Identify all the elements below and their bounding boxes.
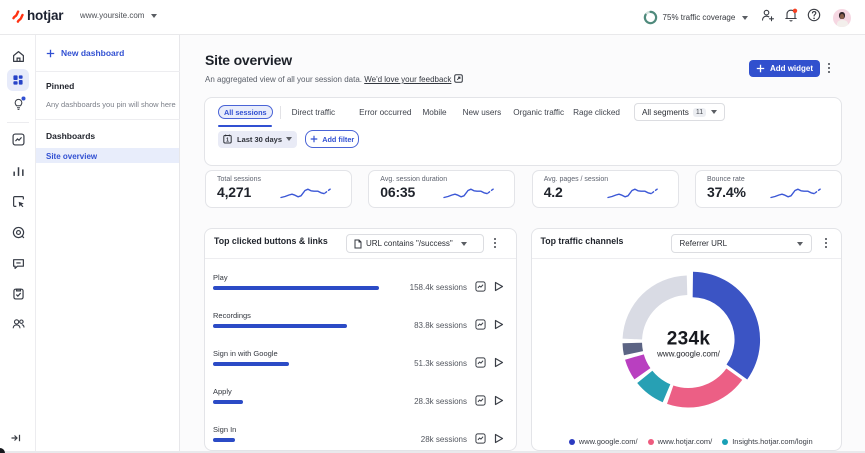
svg-text:1: 1 — [226, 137, 229, 143]
svg-text:234k: 234k — [666, 329, 710, 350]
svg-text:www.google.com/: www.google.com/ — [656, 350, 720, 359]
